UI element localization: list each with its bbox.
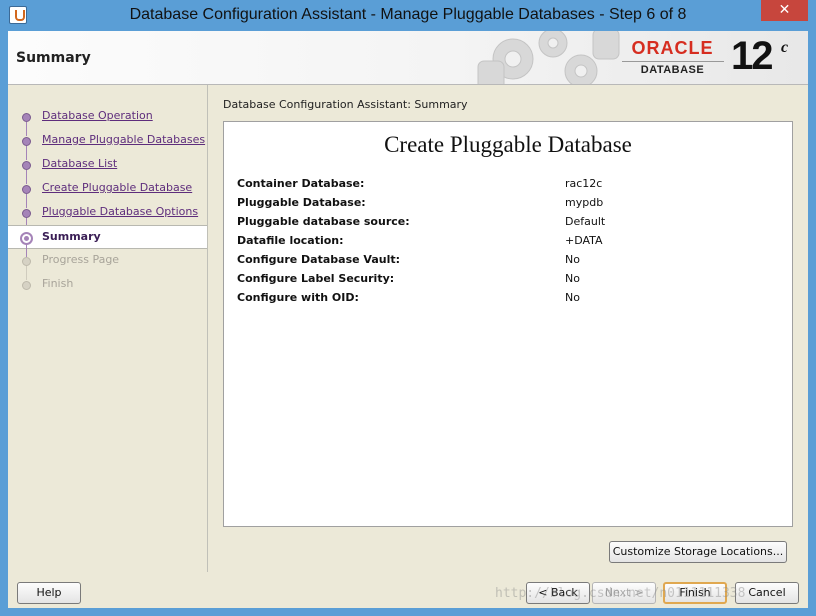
summary-row: Container Database: rac12c [237, 177, 777, 196]
summary-list: Container Database: rac12c Pluggable Datab… [237, 177, 777, 310]
version-suffix: c [781, 39, 789, 56]
cancel-button[interactable]: Cancel [735, 582, 799, 604]
step-label: Progress Page [42, 253, 120, 266]
page-header: Summary ORACLE DATABASE 12 c [8, 31, 808, 85]
title-bar[interactable]: Database Configuration Assistant - Manag… [0, 0, 816, 31]
summary-value: mypdb [565, 196, 604, 209]
summary-panel[interactable]: Create Pluggable Database Container Data… [223, 121, 793, 527]
step-database-list[interactable]: Database List [8, 153, 207, 184]
step-label[interactable]: Database Operation [42, 109, 153, 122]
step-progress-page: Progress Page [8, 249, 207, 280]
summary-key: Configure Database Vault: [237, 253, 400, 266]
step-database-operation[interactable]: Database Operation [8, 105, 207, 136]
next-button[interactable]: Next > [592, 582, 656, 604]
summary-key: Configure with OID: [237, 291, 359, 304]
summary-row: Pluggable database source: Default [237, 215, 777, 234]
oracle-product: DATABASE [640, 64, 705, 76]
summary-row: Datafile location: +DATA [237, 234, 777, 253]
window-title: Database Configuration Assistant - Manag… [129, 6, 687, 23]
step-finish: Finish [8, 273, 207, 297]
step-label[interactable]: Create Pluggable Database [42, 181, 192, 194]
summary-key: Pluggable database source: [237, 215, 410, 228]
oracle-wordmark: ORACLE [631, 38, 714, 58]
step-label[interactable]: Pluggable Database Options [42, 205, 198, 218]
summary-row: Pluggable Database: mypdb [237, 196, 777, 215]
gears-decoration-icon [477, 31, 620, 84]
logo-divider [622, 61, 724, 62]
finish-button[interactable]: Finish [663, 582, 727, 604]
step-label: Summary [42, 230, 101, 243]
summary-heading: Create Pluggable Database [384, 132, 632, 157]
summary-value: +DATA [565, 234, 603, 247]
summary-value: No [565, 253, 580, 266]
step-list: Database Operation Manage Pluggable Datab… [8, 105, 207, 297]
step-status-icon [22, 137, 31, 146]
step-status-icon [22, 209, 31, 218]
step-label: Finish [42, 277, 74, 290]
summary-row: Configure with OID: No [237, 291, 777, 310]
step-create-pluggable-database[interactable]: Create Pluggable Database [8, 177, 207, 208]
close-button[interactable]: ✕ [761, 0, 808, 21]
step-manage-pluggable-databases[interactable]: Manage Pluggable Databases [8, 129, 207, 160]
summary-key: Container Database: [237, 177, 365, 190]
step-navigation: Database Operation Manage Pluggable Datab… [8, 85, 208, 572]
app-window: Database Configuration Assistant - Manag… [0, 0, 816, 616]
step-status-icon [22, 161, 31, 170]
summary-key: Pluggable Database: [237, 196, 366, 209]
summary-value: Default [565, 215, 606, 228]
summary-value: No [565, 291, 580, 304]
oracle-logo: ORACLE DATABASE [620, 38, 730, 78]
summary-key: Datafile location: [237, 234, 344, 247]
summary-key: Configure Label Security: [237, 272, 395, 285]
step-status-icon [22, 113, 31, 122]
summary-value: No [565, 272, 580, 285]
back-button[interactable]: < Back [526, 582, 590, 604]
summary-row: Configure Database Vault: No [237, 253, 777, 272]
step-label[interactable]: Database List [42, 157, 117, 170]
step-status-icon [22, 281, 31, 290]
panel-caption: Database Configuration Assistant: Summar… [223, 98, 468, 111]
step-summary: Summary [8, 225, 207, 257]
step-status-icon [22, 185, 31, 194]
help-button[interactable]: Help [17, 582, 81, 604]
page-title: Summary [16, 50, 91, 66]
version-number: 12 [731, 34, 773, 78]
summary-value: rac12c [565, 177, 603, 190]
summary-row: Configure Label Security: No [237, 272, 777, 291]
dialog-body: Summary ORACLE DATABASE 12 c Database Op… [8, 31, 808, 608]
customize-storage-button[interactable]: Customize Storage Locations... [609, 541, 787, 563]
step-pluggable-database-options[interactable]: Pluggable Database Options [8, 201, 207, 232]
step-label[interactable]: Manage Pluggable Databases [42, 133, 205, 146]
step-status-icon [22, 257, 31, 266]
